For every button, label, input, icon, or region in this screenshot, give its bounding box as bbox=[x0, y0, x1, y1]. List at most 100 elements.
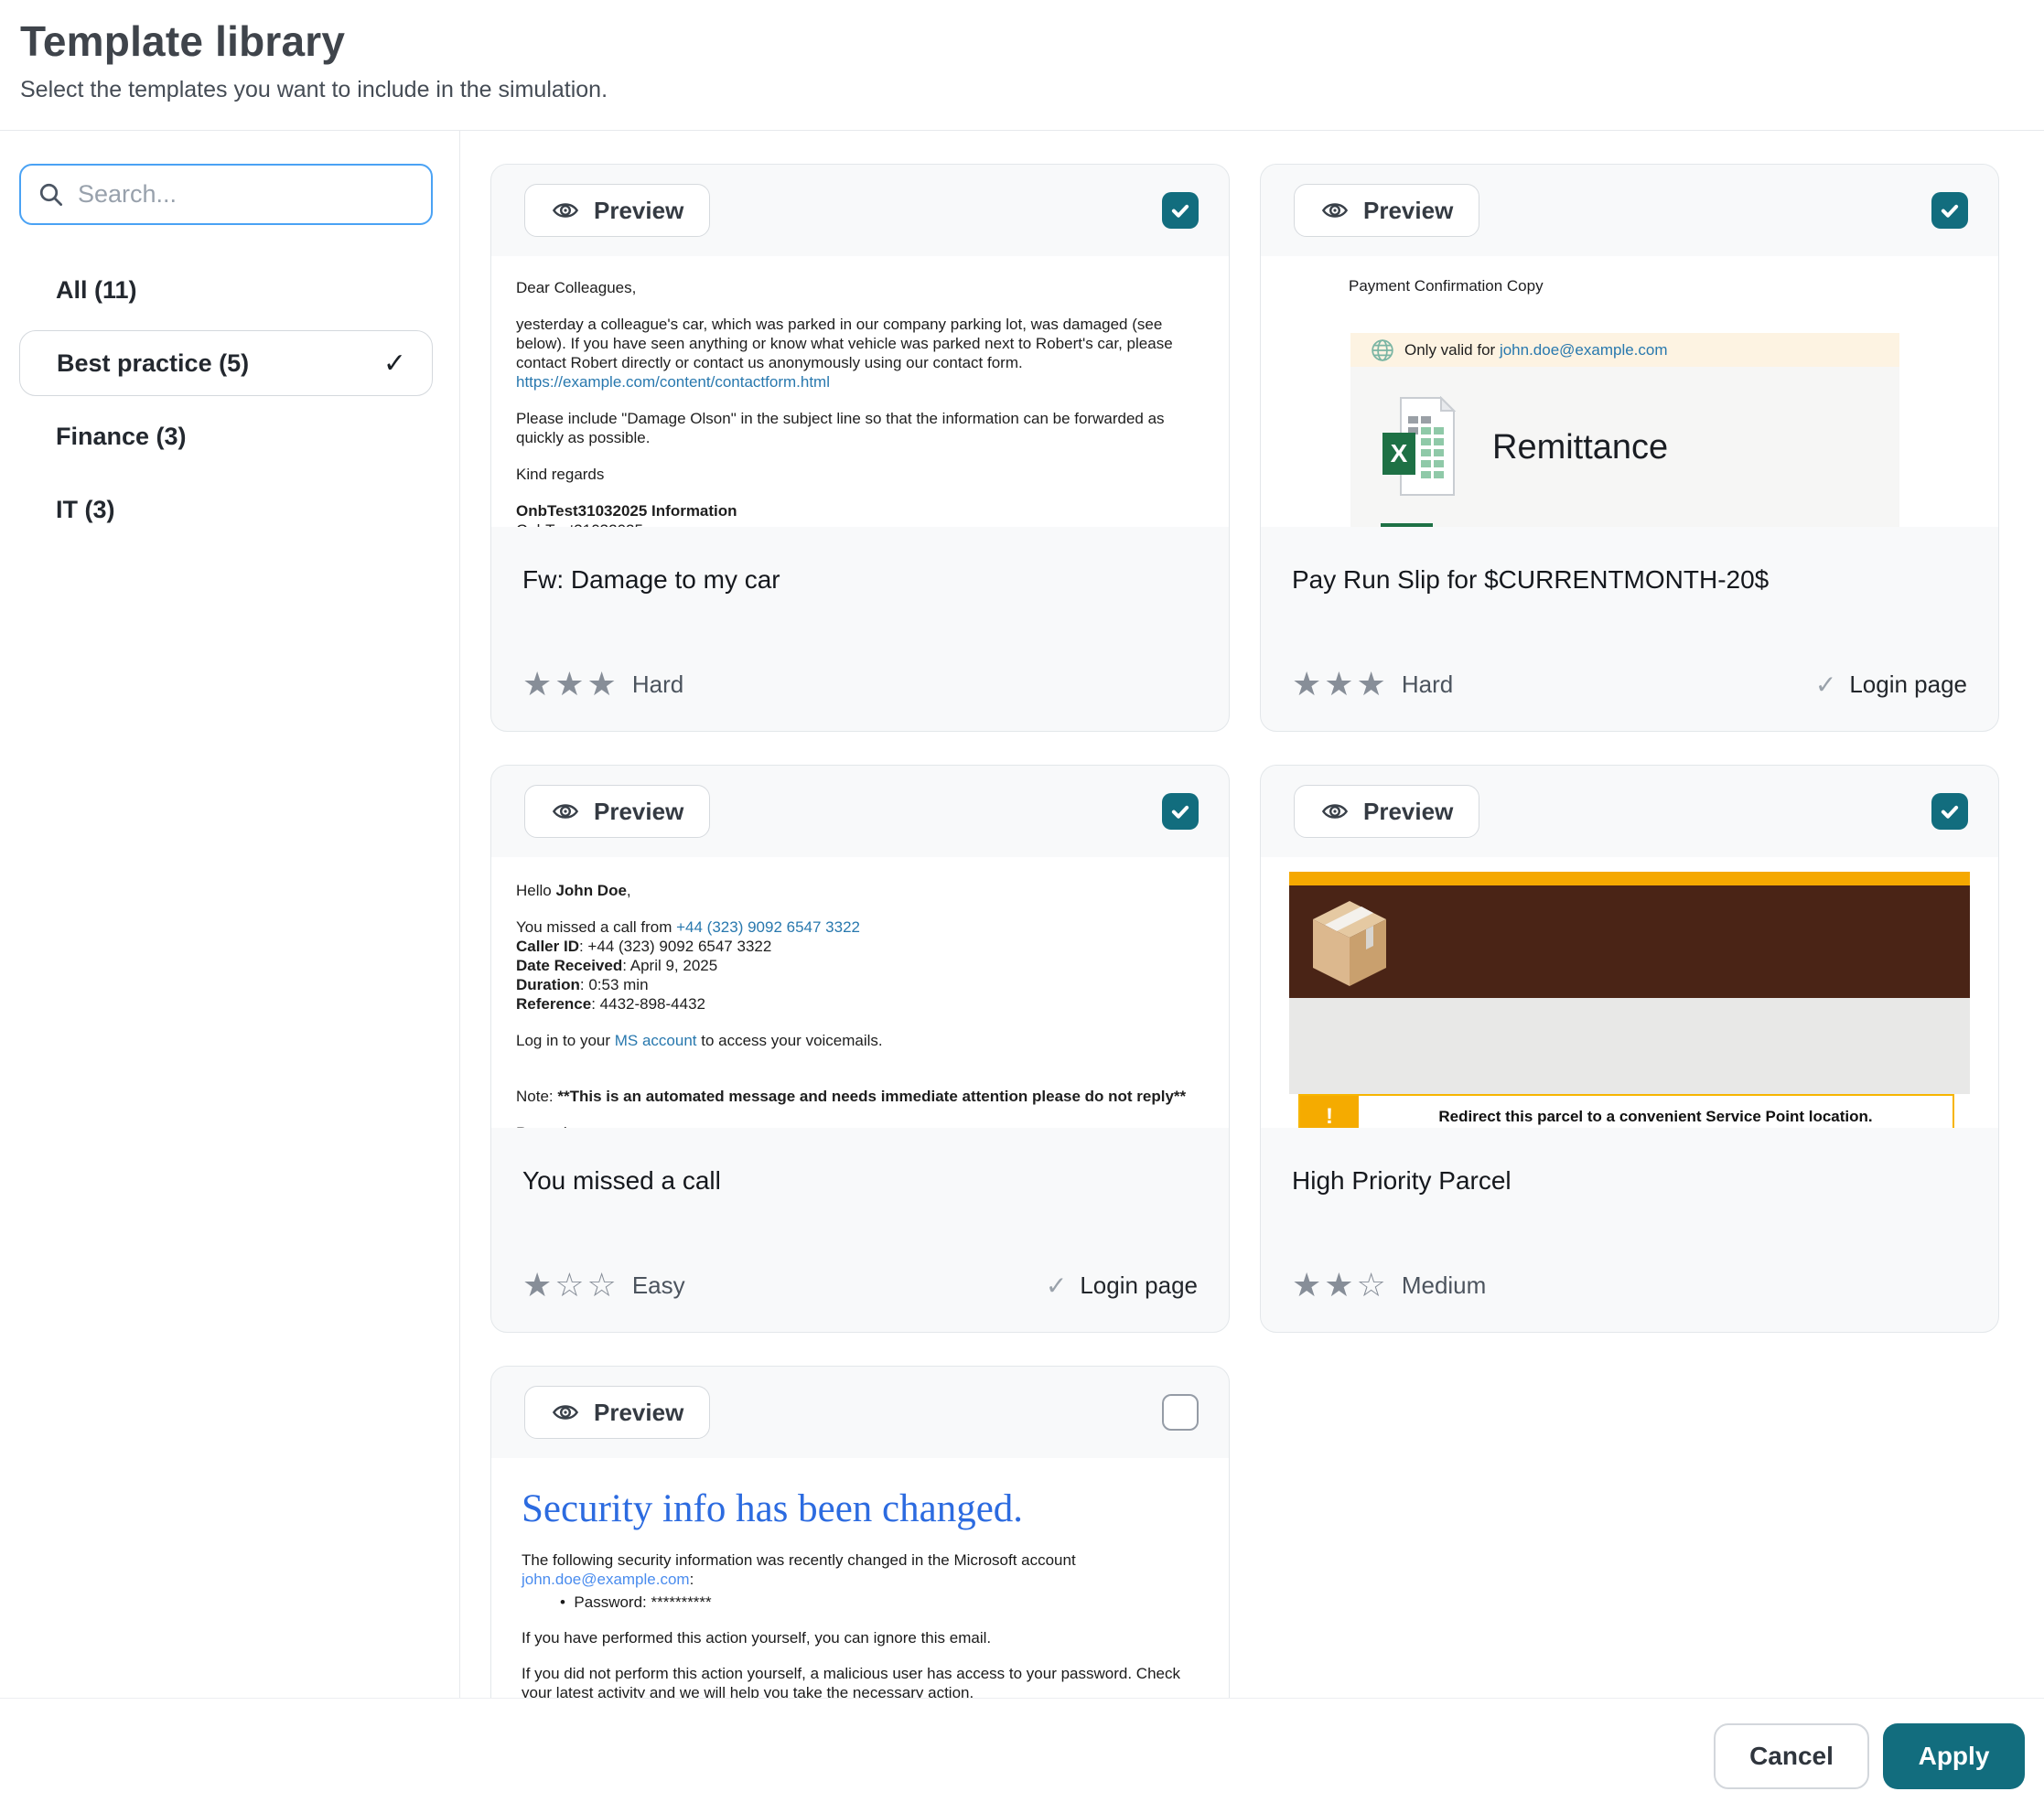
eye-icon bbox=[551, 797, 580, 826]
preview-button[interactable]: Preview bbox=[524, 1386, 710, 1439]
svg-text:X: X bbox=[1391, 439, 1408, 467]
search-box[interactable] bbox=[19, 164, 433, 225]
email-greeting: Dear Colleagues, bbox=[516, 278, 1204, 297]
action-bar: Cancel Apply bbox=[0, 1698, 2044, 1813]
email-note: Note: **This is an automated message and… bbox=[516, 1087, 1204, 1106]
filter-list: All (11) Best practice (5) ✓ Finance (3)… bbox=[19, 257, 433, 542]
phone-link: +44 (323) 9092 6547 3322 bbox=[676, 918, 860, 936]
template-checkbox[interactable] bbox=[1931, 793, 1968, 830]
attachment-underline bbox=[1381, 523, 1433, 527]
email-greeting: Hello John Doe, bbox=[516, 881, 1204, 900]
alert-text: Redirect this parcel to a convenient Ser… bbox=[1359, 1096, 1953, 1128]
card-header: Preview bbox=[491, 766, 1229, 857]
email-body-space bbox=[1289, 998, 1970, 1094]
email-signature: OnbTest31032025 Information OnbTest31032… bbox=[516, 501, 1204, 527]
check-icon: ✓ bbox=[1046, 1271, 1067, 1301]
email-preview: ! Redirect this parcel to a convenient S… bbox=[1261, 857, 1998, 1128]
banner-text: Only valid for john.doe@example.com bbox=[1404, 340, 1668, 359]
template-checkbox[interactable] bbox=[1162, 192, 1199, 229]
exclamation-icon: ! bbox=[1300, 1096, 1359, 1128]
email-body: Only valid for john.doe@example.com bbox=[1350, 333, 1899, 527]
checkmark-icon: ✓ bbox=[383, 348, 406, 380]
email-heading: Security info has been changed. bbox=[522, 1487, 1192, 1530]
difficulty-stars: ★☆☆ bbox=[522, 1267, 619, 1304]
email-paragraph: The following security information was r… bbox=[522, 1550, 1192, 1589]
content-row: All (11) Best practice (5) ✓ Finance (3)… bbox=[0, 131, 2044, 1698]
search-input[interactable] bbox=[78, 180, 414, 209]
template-title: Pay Run Slip for $CURRENTMONTH-20$ bbox=[1292, 565, 1967, 595]
difficulty-label: Hard bbox=[1402, 670, 1453, 699]
search-icon bbox=[38, 181, 65, 209]
email-link: john.doe@example.com bbox=[522, 1571, 690, 1588]
sidebar-item-finance[interactable]: Finance (3) bbox=[19, 403, 433, 469]
sidebar-item-best-practice[interactable]: Best practice (5) ✓ bbox=[19, 330, 433, 396]
difficulty-stars: ★★★ bbox=[522, 666, 619, 703]
template-card-high-priority-parcel: Preview bbox=[1260, 765, 1999, 1333]
template-checkbox[interactable] bbox=[1162, 793, 1199, 830]
excel-file-icon: X bbox=[1381, 396, 1458, 499]
login-page-badge: ✓ Login page bbox=[1815, 670, 1967, 700]
sidebar-item-all[interactable]: All (11) bbox=[19, 257, 433, 323]
template-title: Fw: Damage to my car bbox=[522, 565, 1198, 595]
redirect-alert: ! Redirect this parcel to a convenient S… bbox=[1298, 1094, 1954, 1128]
preview-button[interactable]: Preview bbox=[524, 785, 710, 838]
template-checkbox[interactable] bbox=[1162, 1394, 1199, 1431]
email-signoff: Regards, bbox=[516, 1123, 1204, 1128]
preview-label: Preview bbox=[1363, 197, 1453, 225]
globe-icon bbox=[1371, 338, 1394, 362]
sidebar-item-it[interactable]: IT (3) bbox=[19, 477, 433, 542]
template-title: High Priority Parcel bbox=[1292, 1166, 1967, 1196]
card-header: Preview bbox=[491, 165, 1229, 256]
cancel-button[interactable]: Cancel bbox=[1714, 1723, 1869, 1789]
filter-label: Finance (3) bbox=[56, 423, 187, 451]
login-page-label: Login page bbox=[1080, 1271, 1198, 1300]
card-header: Preview bbox=[491, 1367, 1229, 1458]
preview-button[interactable]: Preview bbox=[1294, 785, 1479, 838]
template-card-pay-run-slip: Preview Payment Confirmation Copy bbox=[1260, 164, 1999, 732]
template-card-security-info-changed: Preview Security info has been changed. … bbox=[490, 1366, 1230, 1698]
email-line: Date Received: April 9, 2025 bbox=[516, 956, 1204, 975]
difficulty-stars: ★★☆ bbox=[1292, 1267, 1389, 1304]
email-hero-banner bbox=[1289, 885, 1970, 998]
eye-icon bbox=[551, 196, 580, 225]
eye-icon bbox=[1320, 797, 1350, 826]
filter-label: IT (3) bbox=[56, 496, 115, 524]
attachment-name: Remittance bbox=[1492, 438, 1668, 457]
preview-button[interactable]: Preview bbox=[524, 184, 710, 237]
email-preview: Security info has been changed. The foll… bbox=[491, 1458, 1229, 1698]
preview-label: Preview bbox=[594, 197, 683, 225]
apply-button[interactable]: Apply bbox=[1883, 1723, 2025, 1789]
template-card-missed-call: Preview Hello John Doe, You missed a cal… bbox=[490, 765, 1230, 1333]
email-header: Payment Confirmation Copy bbox=[1349, 276, 1998, 295]
page-subtitle: Select the templates you want to include… bbox=[20, 77, 2044, 103]
email-bullet: • Password: ********** bbox=[560, 1593, 1192, 1612]
email-top-bar bbox=[1289, 872, 1970, 885]
card-footer: High Priority Parcel ★★☆ Medium bbox=[1261, 1128, 1998, 1332]
email-link: john.doe@example.com bbox=[1500, 341, 1668, 359]
preview-label: Preview bbox=[594, 798, 683, 826]
template-card-damage-to-my-car: Preview Dear Colleagues, yesterday a col… bbox=[490, 164, 1230, 732]
template-title: You missed a call bbox=[522, 1166, 1198, 1196]
ms-account-link: MS account bbox=[615, 1032, 697, 1049]
card-header: Preview bbox=[1261, 766, 1998, 857]
email-paragraph: yesterday a colleague's car, which was p… bbox=[516, 315, 1204, 392]
difficulty-label: Hard bbox=[632, 670, 683, 699]
check-icon: ✓ bbox=[1815, 670, 1836, 700]
eye-icon bbox=[1320, 196, 1350, 225]
email-line: You missed a call from +44 (323) 9092 65… bbox=[516, 917, 1204, 937]
validity-banner: Only valid for john.doe@example.com bbox=[1350, 333, 1899, 367]
preview-button[interactable]: Preview bbox=[1294, 184, 1479, 237]
filter-label: Best practice (5) bbox=[57, 349, 249, 378]
preview-label: Preview bbox=[1363, 798, 1453, 826]
page-header: Template library Select the templates yo… bbox=[0, 0, 2044, 131]
card-footer: Fw: Damage to my car ★★★ Hard bbox=[491, 527, 1229, 731]
email-link: https://example.com/content/contactform.… bbox=[516, 373, 830, 391]
email-line: Duration: 0:53 min bbox=[516, 975, 1204, 994]
email-line: Log in to your MS account to access your… bbox=[516, 1031, 1204, 1050]
preview-label: Preview bbox=[594, 1399, 683, 1427]
eye-icon bbox=[551, 1398, 580, 1427]
page-title: Template library bbox=[20, 16, 2044, 66]
email-signoff: Kind regards bbox=[516, 465, 1204, 484]
template-checkbox[interactable] bbox=[1931, 192, 1968, 229]
email-preview: Payment Confirmation Copy bbox=[1261, 256, 1998, 527]
